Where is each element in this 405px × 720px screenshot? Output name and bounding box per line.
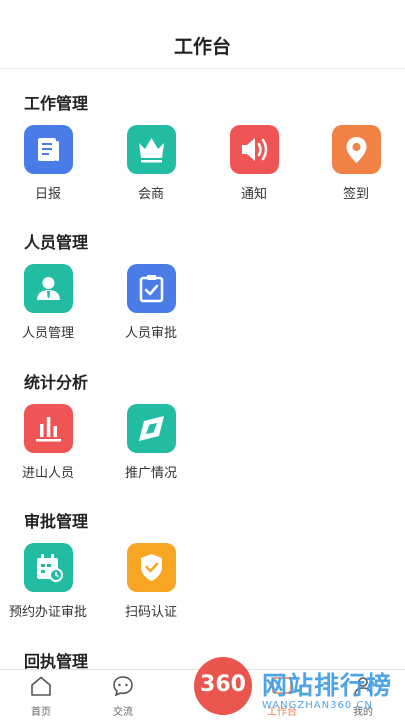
tile-daily-report[interactable]: 日报 (0, 125, 98, 202)
tile-label: 预约办证审批 (8, 605, 87, 620)
tab-home[interactable]: 首页 (11, 674, 71, 718)
app-header: 工作台 (0, 0, 405, 69)
tile-label: 推广情况 (124, 466, 177, 481)
tile-notice[interactable]: 通知 (204, 125, 304, 202)
tab-label: 交流 (113, 707, 133, 718)
section-title-statistics: 统计分析 (24, 373, 89, 392)
watermark-subtext: WANGZHAN360.CN (262, 700, 373, 711)
calendar-clock-icon (23, 543, 73, 592)
tile-label: 人员管理 (21, 326, 74, 341)
tile-label: 人员审批 (124, 326, 177, 341)
crown-icon (126, 125, 176, 174)
location-pin-icon (331, 125, 381, 174)
watermark-badge: 360 (200, 672, 246, 697)
tile-scan-verify[interactable]: 扫码认证 (101, 543, 201, 620)
speaker-icon (229, 125, 279, 174)
report-icon (23, 125, 73, 174)
section-title-approval: 审批管理 (24, 512, 89, 531)
tile-personnel-approval[interactable]: 人员审批 (101, 264, 201, 341)
tile-label: 进山人员 (21, 466, 74, 481)
tile-mountain-entrants[interactable]: 进山人员 (0, 404, 98, 481)
section-title-personnel: 人员管理 (24, 233, 89, 252)
tile-label: 会商 (137, 187, 164, 202)
tile-checkin[interactable]: 签到 (306, 125, 405, 202)
bar-chart-icon (23, 404, 73, 453)
tile-promotion[interactable]: 推广情况 (101, 404, 201, 481)
shield-check-icon (126, 543, 176, 592)
clipboard-check-icon (126, 264, 176, 313)
tab-chat[interactable]: 交流 (93, 674, 153, 718)
chat-icon (113, 676, 133, 697)
tile-label: 日报 (34, 187, 61, 202)
tile-label: 通知 (240, 187, 267, 202)
tile-label: 签到 (342, 187, 369, 202)
tab-label: 首页 (31, 707, 51, 718)
person-icon (23, 264, 73, 313)
home-icon (31, 676, 51, 696)
tile-label: 扫码认证 (124, 605, 177, 620)
section-title-work: 工作管理 (24, 94, 89, 113)
watermark: 360 网站排行榜 WANGZHAN360.CN (178, 654, 405, 720)
page-title: 工作台 (173, 36, 231, 58)
watermark-text: 网站排行榜 (262, 671, 393, 700)
tile-consult[interactable]: 会商 (101, 125, 201, 202)
compass-icon (126, 404, 176, 453)
tile-personnel-management[interactable]: 人员管理 (0, 264, 98, 341)
tile-permit-approval[interactable]: 预约办证审批 (0, 543, 98, 620)
